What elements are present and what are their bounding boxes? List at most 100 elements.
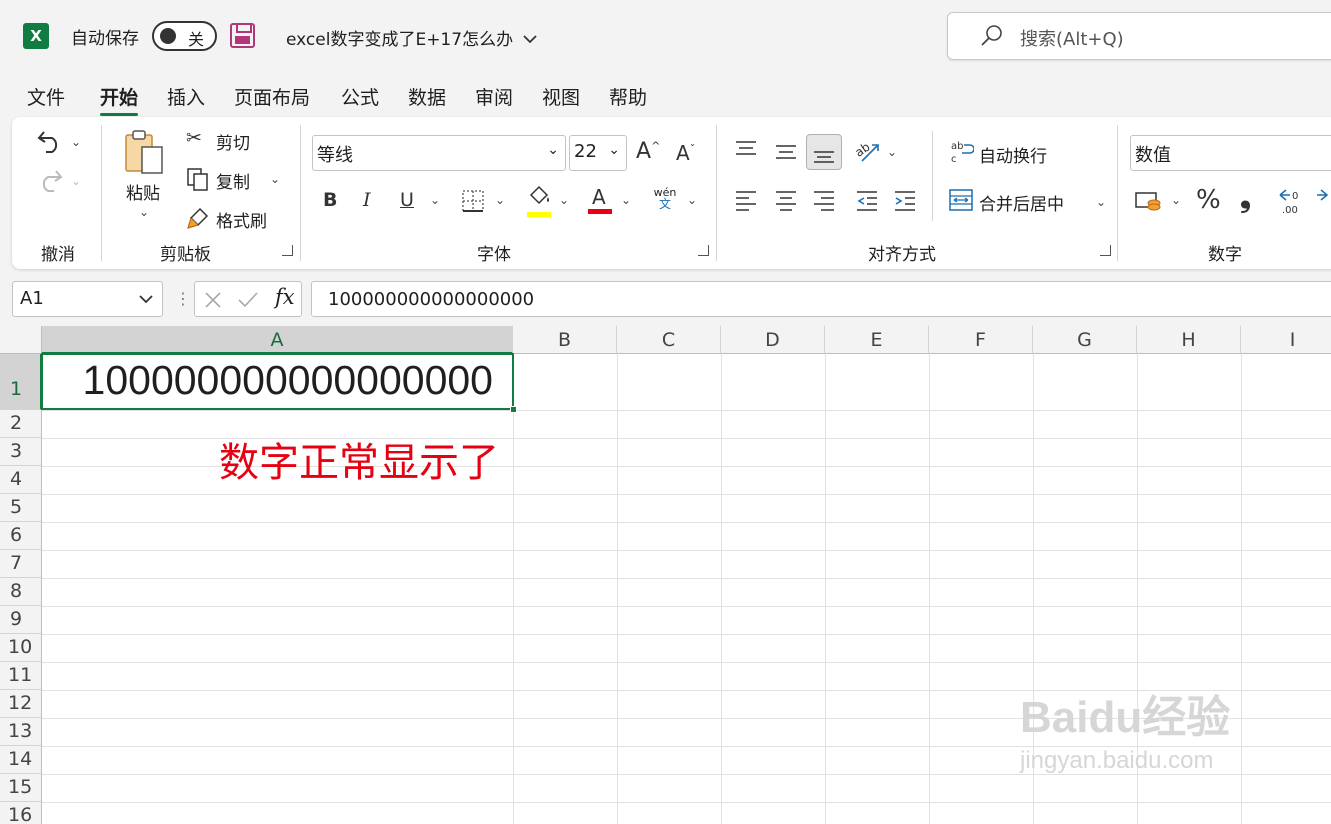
underline-dropdown-chevron-icon[interactable]: ⌄ [430, 193, 440, 207]
row-header-9[interactable]: 9 [0, 606, 42, 634]
row-header-16[interactable]: 16 [0, 802, 42, 824]
column-header-f[interactable]: F [929, 326, 1033, 354]
decrease-indent-icon[interactable] [855, 189, 879, 211]
align-center-icon[interactable] [774, 189, 798, 211]
cancel-icon[interactable] [204, 291, 222, 309]
decrease-font-size-icon[interactable]: Aˇ [676, 141, 695, 165]
column-header-b[interactable]: B [513, 326, 617, 354]
font-color-swatch [588, 209, 612, 214]
row-header-8[interactable]: 8 [0, 578, 42, 606]
column-header-c[interactable]: C [617, 326, 721, 354]
align-bottom-icon [814, 151, 834, 163]
align-top-icon[interactable] [734, 139, 758, 159]
underline-button[interactable]: U [400, 189, 414, 211]
merge-dropdown-chevron-icon[interactable]: ⌄ [1096, 195, 1106, 209]
phonetic-guide-button[interactable]: wén 文 [652, 187, 678, 210]
italic-button[interactable]: I [363, 189, 371, 211]
clipboard-launcher-icon[interactable] [282, 245, 293, 256]
font-name-value: 等线 [317, 145, 353, 166]
row-header-6[interactable]: 6 [0, 522, 42, 550]
fill-color-button[interactable] [527, 185, 553, 217]
accounting-dropdown-chevron-icon[interactable]: ⌄ [1171, 193, 1181, 207]
row-header-10[interactable]: 10 [0, 634, 42, 662]
chevron-down-icon [523, 35, 538, 44]
decrease-decimal-icon[interactable] [1315, 187, 1331, 215]
tab-help[interactable]: 帮助 [609, 83, 647, 110]
font-name-select[interactable]: 等线 ⌄ [312, 135, 566, 171]
tab-review[interactable]: 审阅 [475, 83, 513, 110]
font-size-value: 22 [574, 141, 597, 162]
row-header-2[interactable]: 2 [0, 410, 42, 438]
tab-view[interactable]: 视图 [542, 83, 580, 110]
row-header-4[interactable]: 4 [0, 466, 42, 494]
select-all-corner[interactable] [0, 326, 42, 354]
row-header-3[interactable]: 3 [0, 438, 42, 466]
cell-a1[interactable] [41, 353, 517, 413]
row-header-5[interactable]: 5 [0, 494, 42, 522]
number-format-select[interactable]: 数值 [1130, 135, 1331, 171]
tab-home[interactable]: 开始 [100, 83, 139, 116]
group-label-alignment: 对齐方式 [868, 245, 936, 265]
save-icon[interactable] [230, 23, 255, 48]
increase-decimal-icon[interactable]: 0.00 [1278, 187, 1306, 215]
column-header-d[interactable]: D [721, 326, 825, 354]
percent-style-button[interactable]: % [1196, 185, 1221, 215]
font-launcher-icon[interactable] [698, 245, 709, 256]
formula-input[interactable]: 100000000000000000 [311, 281, 1331, 317]
accounting-format-icon[interactable] [1134, 189, 1164, 213]
column-header-g[interactable]: G [1033, 326, 1137, 354]
column-header-i[interactable]: I [1241, 326, 1331, 354]
tab-data[interactable]: 数据 [408, 83, 446, 110]
borders-icon[interactable] [461, 189, 485, 213]
align-bottom-button[interactable] [806, 134, 842, 170]
align-middle-icon[interactable] [774, 141, 798, 161]
row-header-7[interactable]: 7 [0, 550, 42, 578]
alignment-launcher-icon[interactable] [1100, 245, 1111, 256]
row-header-14[interactable]: 14 [0, 746, 42, 774]
paste-button[interactable]: 粘贴 ⌄ [122, 129, 172, 221]
enter-check-icon[interactable] [237, 291, 259, 309]
orientation-icon[interactable]: ab [854, 137, 882, 165]
autosave-state: 关 [188, 30, 205, 49]
copy-label: 复制 [216, 173, 250, 193]
borders-dropdown-chevron-icon[interactable]: ⌄ [495, 193, 505, 207]
autosave-toggle[interactable]: 关 [152, 21, 217, 51]
search-input[interactable]: 搜索(Alt+Q) [947, 12, 1331, 60]
tab-file[interactable]: 文件 [27, 83, 65, 110]
comma-style-button[interactable]: ❟ [1240, 181, 1251, 215]
fill-color-dropdown-chevron-icon[interactable]: ⌄ [559, 193, 569, 207]
name-box[interactable]: A1 [12, 281, 163, 317]
font-color-dropdown-chevron-icon[interactable]: ⌄ [621, 193, 631, 207]
row-header-11[interactable]: 11 [0, 662, 42, 690]
redo-dropdown-chevron-icon: ⌄ [71, 174, 82, 188]
increase-font-size-icon[interactable]: A^ [636, 139, 660, 164]
row-header-15[interactable]: 15 [0, 774, 42, 802]
group-label-clipboard: 剪贴板 [160, 245, 211, 265]
column-header-e[interactable]: E [825, 326, 929, 354]
insert-function-button[interactable]: fx [275, 285, 295, 309]
row-header-1[interactable]: 1 [0, 354, 42, 410]
undo-icon[interactable] [36, 128, 64, 154]
undo-dropdown-chevron-icon[interactable]: ⌄ [71, 135, 81, 149]
column-header-h[interactable]: H [1137, 326, 1241, 354]
font-color-button[interactable]: A [588, 185, 612, 214]
tab-formulas[interactable]: 公式 [341, 83, 379, 110]
font-size-select[interactable]: 22 ⌄ [569, 135, 627, 171]
paste-label: 粘贴 [126, 184, 160, 204]
increase-indent-icon[interactable] [893, 189, 917, 211]
row-header-12[interactable]: 12 [0, 690, 42, 718]
row-header-13[interactable]: 13 [0, 718, 42, 746]
align-left-icon[interactable] [734, 189, 758, 211]
orientation-dropdown-chevron-icon[interactable]: ⌄ [887, 145, 897, 159]
bold-button[interactable]: B [323, 189, 337, 211]
fill-handle[interactable] [510, 406, 517, 413]
tab-insert[interactable]: 插入 [167, 83, 205, 110]
formula-bar-grip-icon[interactable]: ⋮ [175, 289, 191, 308]
ribbon: ⌄ ⌄ 撤消 粘贴 ⌄ ✂ 剪切 复制 ⌄ 格式刷 剪贴板 等线 ⌄ 22 ⌄ … [12, 117, 1331, 269]
document-title[interactable]: excel数字变成了E+17怎么办 [286, 25, 538, 50]
tab-page-layout[interactable]: 页面布局 [234, 83, 310, 110]
column-header-a[interactable]: A [42, 326, 513, 354]
phonetic-dropdown-chevron-icon[interactable]: ⌄ [687, 193, 697, 207]
wrap-text-label: 自动换行 [979, 147, 1047, 167]
align-right-icon[interactable] [812, 189, 836, 211]
